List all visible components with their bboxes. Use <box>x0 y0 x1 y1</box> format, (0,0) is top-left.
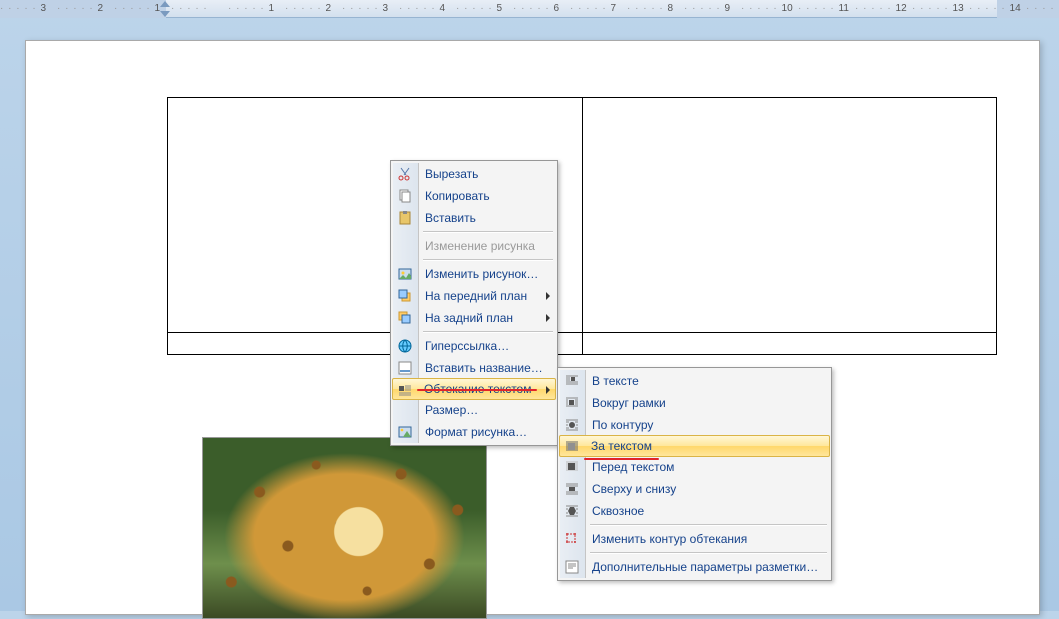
menu-item-за-текстом[interactable]: За текстом <box>559 435 830 457</box>
wrap-topbot-icon <box>564 481 580 497</box>
menu-item-label: В тексте <box>592 374 639 388</box>
menu-item-формат-рисунка[interactable]: Формат рисунка… <box>393 421 555 443</box>
menu-item-label: Вокруг рамки <box>592 396 666 410</box>
menu-item-label: Вырезать <box>425 167 478 181</box>
caption-icon <box>397 360 413 376</box>
wrap-text-submenu: В тексте Вокруг рамки По контуру За текстом… <box>557 367 832 581</box>
menu-item-label: Изменить контур обтекания <box>592 532 747 546</box>
menu-item-изменить-рисунок[interactable]: Изменить рисунок… <box>393 263 555 285</box>
menu-item-label: На задний план <box>425 311 513 325</box>
document-table[interactable] <box>167 97 997 355</box>
format-pic-icon <box>397 424 413 440</box>
menu-item-вокруг-рамки[interactable]: Вокруг рамки <box>560 392 829 414</box>
menu-item-label: Сверху и снизу <box>592 482 676 496</box>
cut-icon <box>397 166 413 182</box>
menu-item-label: Копировать <box>425 189 490 203</box>
ruler-tick: 6 <box>513 3 570 14</box>
menu-item-label: Изменение рисунка <box>425 239 535 253</box>
edit-wrap-icon <box>564 531 580 547</box>
menu-item-размер[interactable]: Размер… <box>393 399 555 421</box>
menu-item-на-задний-план[interactable]: На задний план <box>393 307 555 329</box>
menu-item-сверху-и-снизу[interactable]: Сверху и снизу <box>560 478 829 500</box>
submenu-arrow-icon <box>546 292 550 300</box>
ruler-tick: 11 <box>798 3 855 14</box>
menu-item-label: Формат рисунка… <box>425 425 527 439</box>
menu-item-дополнительные-параметры-разметки[interactable]: Дополнительные параметры разметки… <box>560 556 829 578</box>
ruler-tick: 5 <box>456 3 513 14</box>
ruler-tick: 15 <box>1026 3 1059 14</box>
submenu-arrow-icon <box>546 314 550 322</box>
menu-item-label: Гиперссылка… <box>425 339 509 353</box>
menu-item-label: Дополнительные параметры разметки… <box>592 560 818 574</box>
table-cell[interactable] <box>582 333 997 355</box>
menu-item-label: Вставить <box>425 211 476 225</box>
menu-item-вставить-название[interactable]: Вставить название… <box>393 357 555 379</box>
menu-item-label: За текстом <box>591 439 652 453</box>
ruler-tick: 2 <box>57 3 114 14</box>
horizontal-ruler[interactable]: 3211234567891011121314151617 <box>0 0 1059 18</box>
menu-item-label: Размер… <box>425 403 478 417</box>
menu-item-копировать[interactable]: Копировать <box>393 185 555 207</box>
table-row <box>168 98 997 333</box>
ruler-tick: 3 <box>342 3 399 14</box>
blank-icon <box>397 402 413 418</box>
wrap-inline-icon <box>564 373 580 389</box>
ruler-tick: 8 <box>627 3 684 14</box>
menu-item-гиперссылка[interactable]: Гиперссылка… <box>393 335 555 357</box>
ruler-tick: 4 <box>399 3 456 14</box>
ruler-tick: 7 <box>570 3 627 14</box>
ruler-tick: 3 <box>0 3 57 14</box>
ruler-tick: 10 <box>741 3 798 14</box>
copy-icon <box>397 188 413 204</box>
wrap-behind-icon <box>564 439 580 455</box>
more-layout-icon <box>564 559 580 575</box>
inserted-image[interactable] <box>202 437 487 619</box>
menu-item-label: Вставить название… <box>425 361 543 375</box>
ruler-tick: 13 <box>912 3 969 14</box>
bring-front-icon <box>397 288 413 304</box>
wrap-icon <box>397 382 413 398</box>
menu-item-на-передний-план[interactable]: На передний план <box>393 285 555 307</box>
hyperlink-icon <box>397 338 413 354</box>
menu-item-label: Перед текстом <box>592 460 674 474</box>
highlight-marker <box>584 458 659 460</box>
submenu-arrow-icon <box>546 386 550 394</box>
highlight-marker <box>417 389 537 391</box>
table-row <box>168 333 997 355</box>
context-menu: Вырезать Копировать Вставить Изменение рису… <box>390 160 558 446</box>
menu-item-label: Сквозное <box>592 504 644 518</box>
table-cell[interactable] <box>582 98 997 333</box>
first-line-indent-icon[interactable] <box>160 1 170 7</box>
hanging-indent-icon[interactable] <box>160 11 170 17</box>
change-pic-icon <box>397 266 413 282</box>
menu-separator <box>590 524 827 526</box>
ruler-tick: 12 <box>855 3 912 14</box>
wrap-front-icon <box>564 459 580 475</box>
paste-icon <box>397 210 413 226</box>
menu-item-изменить-контур-обтекания[interactable]: Изменить контур обтекания <box>560 528 829 550</box>
blank-icon <box>397 238 413 254</box>
ruler-tick: 9 <box>684 3 741 14</box>
wrap-through-icon <box>564 503 580 519</box>
menu-separator <box>423 331 553 333</box>
menu-separator <box>423 259 553 261</box>
indent-markers[interactable] <box>166 2 336 16</box>
ruler-tick: 14 <box>969 3 1026 14</box>
menu-separator <box>423 231 553 233</box>
menu-item-изменение-рисунка: Изменение рисунка <box>393 235 555 257</box>
menu-item-по-контуру[interactable]: По контуру <box>560 414 829 436</box>
menu-item-label: По контуру <box>592 418 653 432</box>
wrap-square-icon <box>564 395 580 411</box>
send-back-icon <box>397 310 413 326</box>
menu-item-в-тексте[interactable]: В тексте <box>560 370 829 392</box>
wrap-tight-icon <box>564 417 580 433</box>
menu-item-label: Изменить рисунок… <box>425 267 538 281</box>
menu-item-label: На передний план <box>425 289 527 303</box>
menu-separator <box>590 552 827 554</box>
menu-item-вставить[interactable]: Вставить <box>393 207 555 229</box>
menu-item-вырезать[interactable]: Вырезать <box>393 163 555 185</box>
menu-item-сквозное[interactable]: Сквозное <box>560 500 829 522</box>
